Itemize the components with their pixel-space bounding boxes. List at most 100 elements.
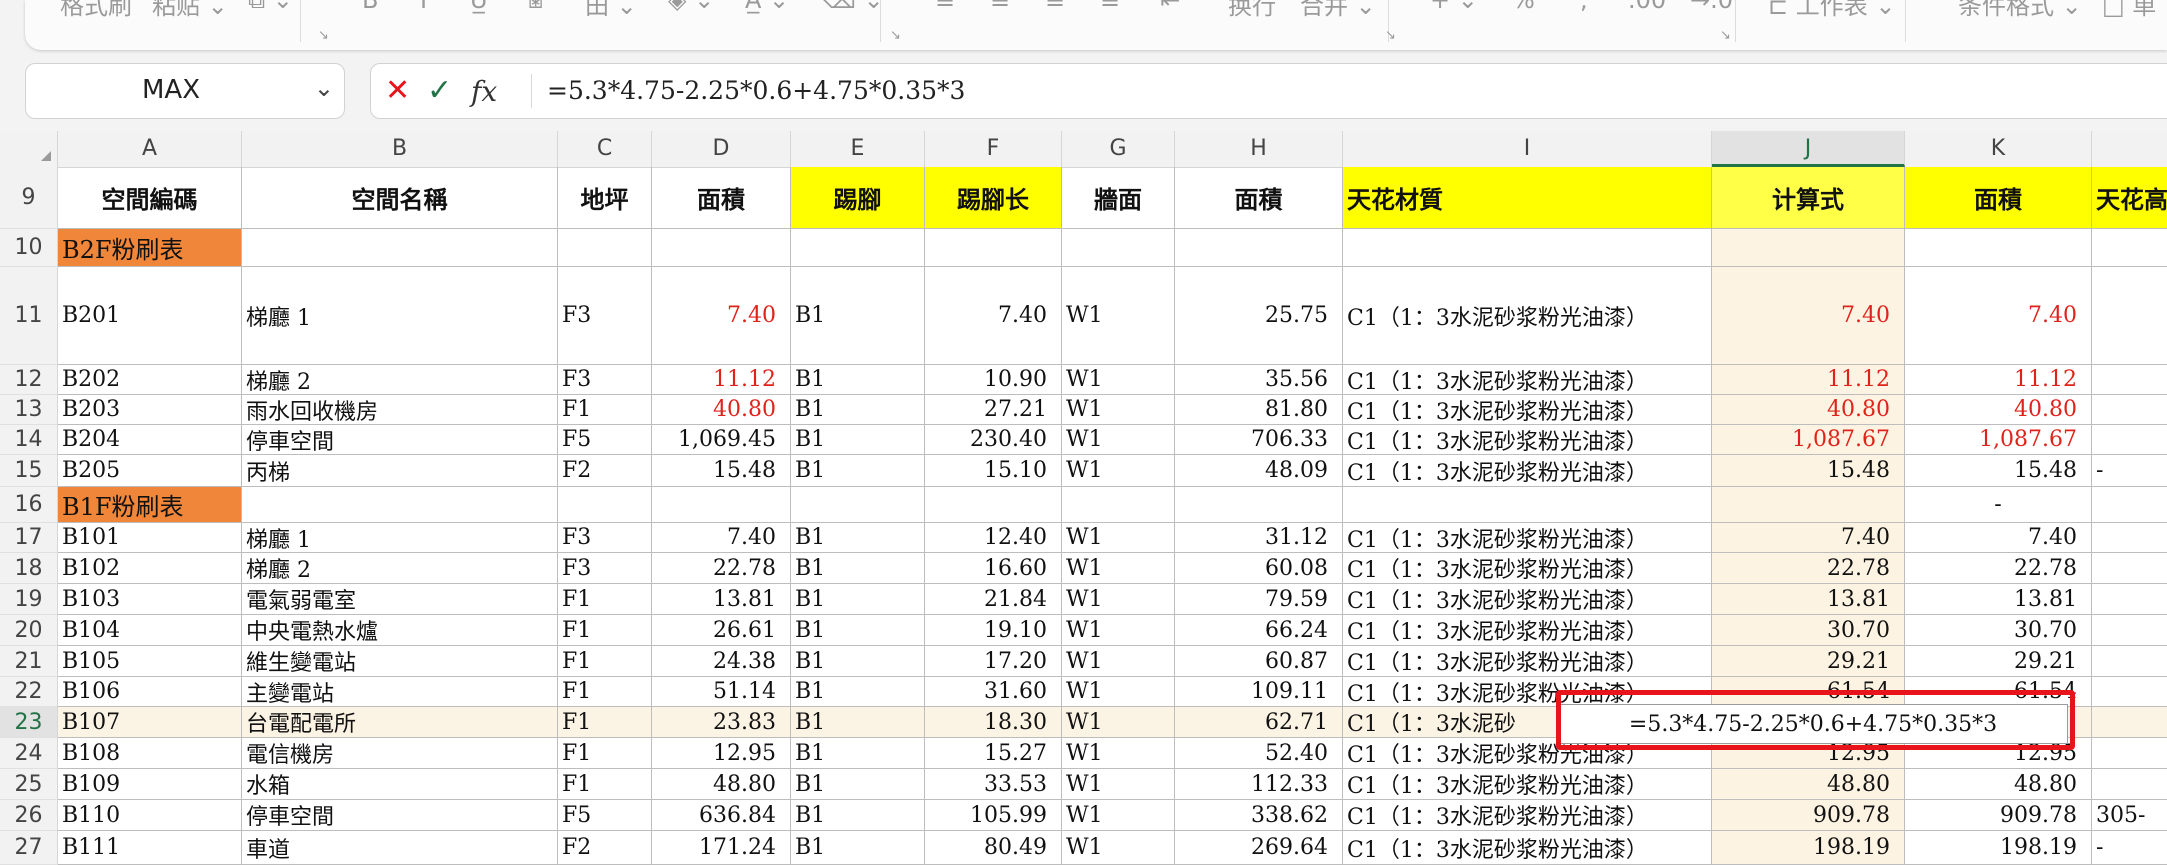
cell-g25[interactable]: W1	[1062, 769, 1175, 800]
column-header-b[interactable]: B	[242, 131, 558, 167]
cell-c23[interactable]: F1	[558, 707, 652, 738]
cell-h9[interactable]: 面積	[1175, 167, 1343, 229]
cell-j20[interactable]: 30.70	[1712, 615, 1905, 646]
cell-i11[interactable]: C1（1：3水泥砂浆粉光油漆）	[1343, 267, 1712, 365]
row-header-9[interactable]: 9	[0, 167, 58, 229]
cell-f10[interactable]	[925, 229, 1062, 267]
cell-i12[interactable]: C1（1：3水泥砂浆粉光油漆）	[1343, 365, 1712, 395]
cell-i9[interactable]: 天花材質	[1343, 167, 1712, 229]
cell-j22[interactable]: 61.54	[1712, 677, 1905, 707]
cell-f14[interactable]: 230.40	[925, 425, 1062, 455]
cell-c17[interactable]: F3	[558, 523, 652, 553]
cell-d26[interactable]: 636.84	[652, 800, 791, 831]
cell-d23[interactable]: 23.83	[652, 707, 791, 738]
cell-b18[interactable]: 梯廳 2	[242, 553, 558, 584]
cell-h14[interactable]: 706.33	[1175, 425, 1343, 455]
cell-d24[interactable]: 12.95	[652, 738, 791, 769]
column-header-k[interactable]: K	[1905, 131, 2092, 167]
cell-l17[interactable]	[2092, 523, 2167, 553]
cell-l19[interactable]	[2092, 584, 2167, 615]
cell-e22[interactable]: B1	[791, 677, 925, 707]
dialog-launcher-icon[interactable]: ↘	[1720, 28, 1731, 43]
cell-e12[interactable]: B1	[791, 365, 925, 395]
cell-g21[interactable]: W1	[1062, 646, 1175, 677]
cell-e11[interactable]: B1	[791, 267, 925, 365]
cell-i27[interactable]: C1（1：3水泥砂浆粉光油漆）	[1343, 831, 1712, 865]
cell-l18[interactable]	[2092, 553, 2167, 584]
cell-g18[interactable]: W1	[1062, 553, 1175, 584]
cell-e21[interactable]: B1	[791, 646, 925, 677]
cell-i18[interactable]: C1（1：3水泥砂浆粉光油漆）	[1343, 553, 1712, 584]
cell-j19[interactable]: 13.81	[1712, 584, 1905, 615]
cell-h26[interactable]: 338.62	[1175, 800, 1343, 831]
cell-j16[interactable]	[1712, 487, 1905, 523]
cell-a25[interactable]: B109	[58, 769, 242, 800]
underline-button[interactable]: U̲	[470, 0, 488, 14]
cell-h17[interactable]: 31.12	[1175, 523, 1343, 553]
cell-a26[interactable]: B110	[58, 800, 242, 831]
cell-c22[interactable]: F1	[558, 677, 652, 707]
cell-l27[interactable]: -	[2092, 831, 2167, 865]
cell-i10[interactable]	[1343, 229, 1712, 267]
cell-f11[interactable]: 7.40	[925, 267, 1062, 365]
cell-d10[interactable]	[652, 229, 791, 267]
column-header-l[interactable]: L	[2092, 131, 2167, 167]
cell-d18[interactable]: 22.78	[652, 553, 791, 584]
cell-a18[interactable]: B102	[58, 553, 242, 584]
name-box[interactable]: MAX ⌄	[25, 63, 345, 119]
cell-b14[interactable]: 停車空間	[242, 425, 558, 455]
column-header-f[interactable]: F	[925, 131, 1062, 167]
cell-d9[interactable]: 面積	[652, 167, 791, 229]
cell-b15[interactable]: 丙梯	[242, 455, 558, 487]
cell-d13[interactable]: 40.80	[652, 395, 791, 425]
name-box-value[interactable]: MAX	[26, 75, 316, 105]
cell-a11[interactable]: B201	[58, 267, 242, 365]
cell-d11[interactable]: 7.40	[652, 267, 791, 365]
cell-k27[interactable]: 198.19	[1905, 831, 2092, 865]
cell-j12[interactable]: 11.12	[1712, 365, 1905, 395]
cell-l16[interactable]	[2092, 487, 2167, 523]
chevron-down-icon[interactable]: ⌄	[314, 74, 334, 102]
cell-b19[interactable]: 電氣弱電室	[242, 584, 558, 615]
cell-b9[interactable]: 空間名稱	[242, 167, 558, 229]
cell-c12[interactable]: F3	[558, 365, 652, 395]
cell-a23[interactable]: B107	[58, 707, 242, 738]
row-header-23[interactable]: 23	[0, 707, 58, 738]
cell-h23[interactable]: 62.71	[1175, 707, 1343, 738]
column-header-d[interactable]: D	[652, 131, 791, 167]
cell-l24[interactable]	[2092, 738, 2167, 769]
cell-d17[interactable]: 7.40	[652, 523, 791, 553]
cell-k17[interactable]: 7.40	[1905, 523, 2092, 553]
cell-a21[interactable]: B105	[58, 646, 242, 677]
cell-b13[interactable]: 雨水回收機房	[242, 395, 558, 425]
wrap-text-button[interactable]: 换行	[1228, 0, 1276, 21]
cell-c15[interactable]: F2	[558, 455, 652, 487]
fill-color-button[interactable]: ◈ ⌄	[668, 0, 714, 14]
fx-icon[interactable]: fx	[471, 75, 497, 108]
cell-b11[interactable]: 梯廳 1	[242, 267, 558, 365]
cell-l15[interactable]: -	[2092, 455, 2167, 487]
cell-k11[interactable]: 7.40	[1905, 267, 2092, 365]
decrease-decimal-button[interactable]: →.0	[1690, 0, 1733, 14]
cell-b22[interactable]: 主變電站	[242, 677, 558, 707]
cell-b24[interactable]: 電信機房	[242, 738, 558, 769]
cell-h10[interactable]	[1175, 229, 1343, 267]
cell-g24[interactable]: W1	[1062, 738, 1175, 769]
cell-i14[interactable]: C1（1：3水泥砂浆粉光油漆）	[1343, 425, 1712, 455]
cell-e18[interactable]: B1	[791, 553, 925, 584]
cell-d15[interactable]: 15.48	[652, 455, 791, 487]
cell-l20[interactable]	[2092, 615, 2167, 646]
cell-g16[interactable]	[1062, 487, 1175, 523]
cell-i16[interactable]	[1343, 487, 1712, 523]
column-header-g[interactable]: G	[1062, 131, 1175, 167]
cell-d16[interactable]	[652, 487, 791, 523]
cell-i13[interactable]: C1（1：3水泥砂浆粉光油漆）	[1343, 395, 1712, 425]
cell-e27[interactable]: B1	[791, 831, 925, 865]
spreadsheet-grid[interactable]: ABCDEFGHIJKL 9空間編碼空間名稱地坪面積踢腳踢腳长牆面面積天花材質计…	[0, 131, 2167, 865]
cell-j13[interactable]: 40.80	[1712, 395, 1905, 425]
cell-f16[interactable]	[925, 487, 1062, 523]
cell-e10[interactable]	[791, 229, 925, 267]
cell-g11[interactable]: W1	[1062, 267, 1175, 365]
cell-d14[interactable]: 1,069.45	[652, 425, 791, 455]
cell-g22[interactable]: W1	[1062, 677, 1175, 707]
